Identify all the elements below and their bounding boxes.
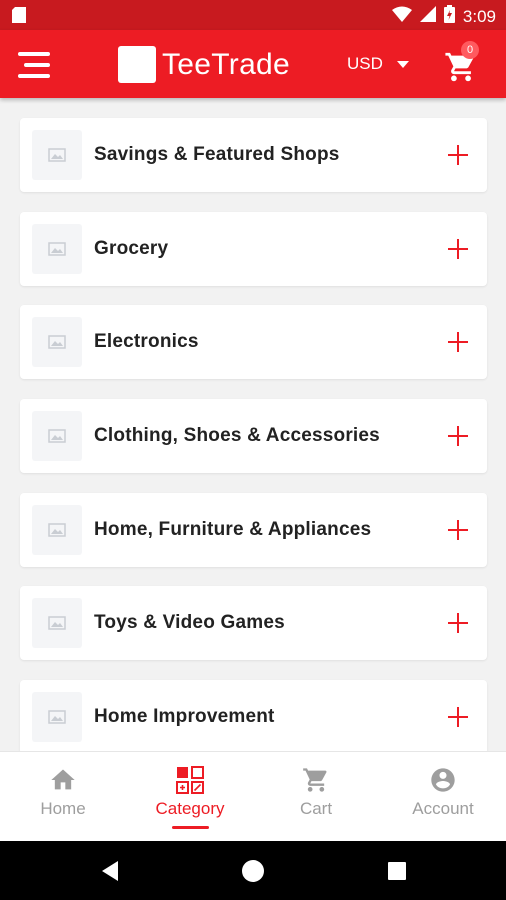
nav-label: Category [155, 799, 225, 818]
nav-label: Account [412, 799, 474, 818]
system-navigation-bar [0, 841, 506, 900]
expand-plus-icon[interactable] [447, 519, 469, 541]
sd-card-icon [12, 7, 26, 28]
cart-icon [303, 768, 327, 792]
category-item-grocery[interactable]: Grocery [20, 212, 487, 286]
category-list[interactable]: Savings & Featured Shops Grocery Electro… [0, 98, 506, 751]
nav-item-account[interactable]: Account [380, 752, 506, 842]
menu-button[interactable] [16, 49, 52, 81]
app-bar: TeeTrade USD [0, 30, 506, 98]
image-placeholder-icon [48, 242, 66, 256]
nav-item-cart[interactable]: Cart [253, 752, 379, 842]
expand-plus-icon[interactable] [447, 238, 469, 260]
image-placeholder-icon [48, 335, 66, 349]
category-thumbnail [32, 598, 82, 648]
battery-icon [443, 5, 455, 28]
category-item-electronics[interactable]: Electronics [20, 305, 487, 379]
home-icon [51, 769, 75, 790]
home-circle-icon[interactable] [240, 858, 266, 884]
category-item-savings[interactable]: Savings & Featured Shops [20, 118, 487, 192]
expand-plus-icon[interactable] [447, 706, 469, 728]
dropdown-arrow-icon [396, 60, 409, 68]
category-label: Grocery [94, 238, 169, 259]
expand-plus-icon[interactable] [447, 425, 469, 447]
expand-plus-icon[interactable] [447, 144, 469, 166]
category-thumbnail [32, 411, 82, 461]
app-logo: TeeTrade [118, 46, 290, 83]
nav-label: Home [40, 799, 86, 818]
category-item-clothing[interactable]: Clothing, Shoes & Accessories [20, 399, 487, 473]
category-label: Home, Furniture & Appliances [94, 519, 372, 540]
category-thumbnail [32, 505, 82, 555]
wifi-icon [391, 6, 412, 27]
expand-plus-icon[interactable] [447, 612, 469, 634]
recents-square-icon[interactable] [384, 858, 410, 884]
logo-mark [118, 46, 156, 83]
category-icon [176, 766, 204, 794]
active-tab-indicator [172, 826, 209, 829]
category-thumbnail [32, 224, 82, 274]
category-thumbnail [32, 692, 82, 742]
hamburger-menu-icon [18, 52, 50, 78]
image-placeholder-icon [48, 148, 66, 162]
currency-selector[interactable]: USD [347, 54, 409, 74]
category-thumbnail [32, 130, 82, 180]
cart-count-badge: 0 [461, 41, 479, 59]
category-thumbnail [32, 317, 82, 367]
category-item-home-furniture[interactable]: Home, Furniture & Appliances [20, 493, 487, 567]
image-placeholder-icon [48, 710, 66, 724]
status-time: 3:09 [462, 6, 496, 26]
bottom-navigation: Home Category Cart Account [0, 751, 506, 841]
category-label: Home Improvement [94, 706, 275, 727]
image-placeholder-icon [48, 616, 66, 630]
image-placeholder-icon [48, 429, 66, 443]
status-bar: 3:09 [0, 0, 506, 30]
category-label: Savings & Featured Shops [94, 144, 340, 165]
category-label: Electronics [94, 331, 199, 352]
currency-label: USD [347, 54, 383, 73]
app-title: TeeTrade [162, 47, 291, 81]
expand-plus-icon[interactable] [447, 331, 469, 353]
signal-icon [419, 6, 436, 27]
nav-label: Cart [299, 799, 333, 818]
back-icon[interactable] [98, 858, 124, 884]
category-label: Clothing, Shoes & Accessories [94, 425, 380, 446]
category-item-toys[interactable]: Toys & Video Games [20, 586, 487, 660]
category-label: Toys & Video Games [94, 612, 285, 633]
image-placeholder-icon [48, 523, 66, 537]
nav-item-home[interactable]: Home [0, 752, 126, 842]
category-item-home-improvement[interactable]: Home Improvement [20, 680, 487, 751]
account-icon [431, 768, 455, 792]
